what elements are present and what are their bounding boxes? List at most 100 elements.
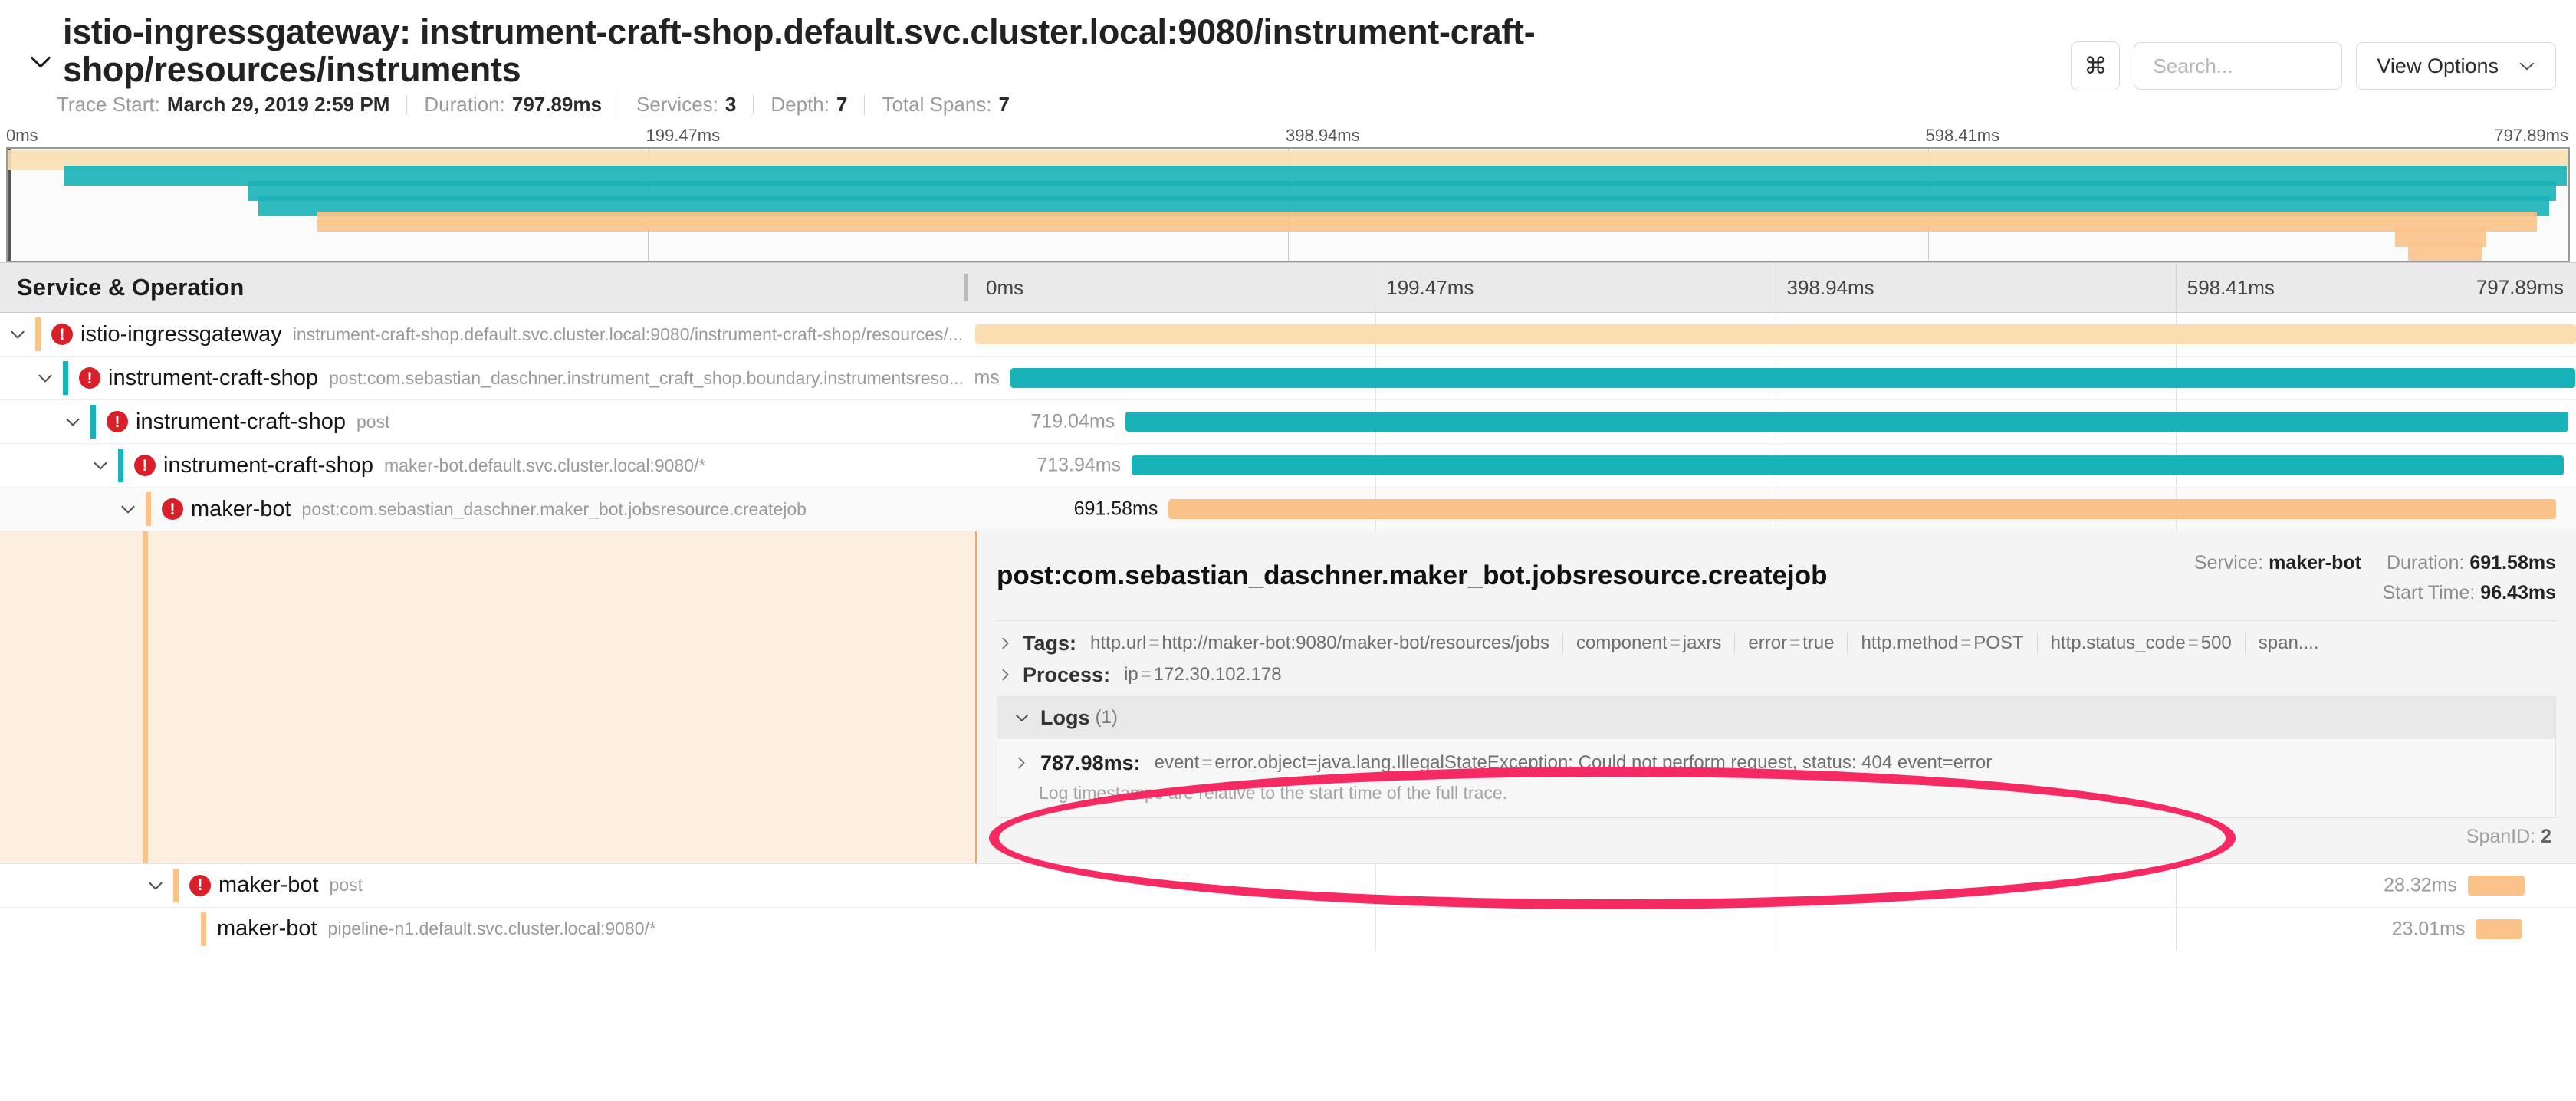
span-tree-cell[interactable]: !instrument-craft-shopmaker-bot.default.… [0,444,975,487]
span-detail-panel: post:com.sebastian_daschner.maker_bot.jo… [0,531,2576,864]
span-duration-bar[interactable] [1125,412,2568,432]
span-service-color-bar [201,912,206,946]
log-timestamp: 787.98ms: [1040,751,1141,775]
process-toggle[interactable] [997,666,1014,683]
process-list: ip=172.30.102.178 [1124,664,1295,685]
span-duration-bar[interactable] [2468,876,2525,896]
span-duration-bar[interactable] [1132,455,2564,475]
span-operation-name: maker-bot.default.svc.cluster.local:9080… [384,455,705,476]
column-resizer[interactable] [964,274,968,301]
span-duration-bar[interactable] [975,324,2576,344]
process-row[interactable]: Process:ip=172.30.102.178 [997,663,2556,687]
span-service-color-bar [173,869,179,902]
span-id-row: SpanID: 2 [997,818,2556,853]
logs-header[interactable]: Logs(1) [997,697,2555,739]
page-title: istio-ingressgateway: instrument-craft-s… [63,14,1918,88]
log-event-field: event=error.object=java.lang.IllegalStat… [1155,752,1993,774]
log-expand-toggle[interactable] [1013,754,1030,771]
span-bar-cell[interactable] [975,313,2576,356]
divider [997,620,2556,621]
span-duration-label: 23.01ms [2392,918,2466,940]
span-bar-cell[interactable]: 23.01ms [975,908,2576,951]
span-tree-cell[interactable]: !instrument-craft-shoppost [0,400,975,443]
span-id-label: SpanID: [2466,826,2535,847]
span-row[interactable]: !maker-botpost:com.sebastian_daschner.ma… [0,488,2576,531]
span-expand-toggle[interactable] [63,412,83,432]
span-bar-cell[interactable]: 28.32ms [975,864,2576,907]
span-rows: !istio-ingressgatewayinstrument-craft-sh… [0,313,2576,951]
timeline-gridline [2176,864,2177,907]
error-icon: ! [79,367,100,389]
minimap-span-bar [317,212,2537,232]
search-box[interactable] [2134,42,2342,90]
span-operation-name: post:com.sebastian_daschner.instrument_c… [329,368,964,389]
span-tree-cell[interactable]: !istio-ingressgatewayinstrument-craft-sh… [0,313,975,356]
tags-item: error=true [1734,633,1847,654]
span-duration-bar[interactable] [1010,368,2575,388]
logs-note: Log timestamps are relative to the start… [997,780,2555,817]
span-row[interactable]: !instrument-craft-shoppost:com.sebastian… [0,357,2576,400]
command-shortcut-button[interactable]: ⌘ [2071,41,2120,90]
span-expand-toggle[interactable] [173,919,193,939]
detail-duration-label: Duration: [2387,552,2464,574]
view-options-button[interactable]: View Options [2356,42,2556,90]
span-duration-bar[interactable] [2476,919,2522,939]
span-row[interactable]: maker-botpipeline-n1.default.svc.cluster… [0,908,2576,951]
chevron-down-icon [2518,61,2535,71]
span-expand-toggle[interactable] [146,876,166,896]
summary-trace-start: Trace Start: March 29, 2019 2:59 PM [57,93,389,117]
trace-start-label: Trace Start: [57,93,160,117]
duration-value: 797.89ms [512,93,602,117]
tags-toggle[interactable] [997,635,1014,652]
span-expand-toggle[interactable] [118,499,138,519]
summary-depth: Depth: 7 [770,93,847,117]
span-operation-name: post [356,412,389,432]
chevron-right-icon [1013,754,1030,771]
span-tree-cell[interactable]: !maker-botpost:com.sebastian_daschner.ma… [0,488,975,531]
span-detail-left-gutter [0,531,975,863]
timeline-column-header: Service & Operation 0ms199.47ms398.94ms5… [0,262,2576,313]
tags-item: http.method=POST [1847,633,2036,654]
detail-duration-value: 691.58ms [2469,552,2556,574]
span-duration-label: ms [974,367,999,389]
span-service-color-bar [63,361,68,395]
span-row[interactable]: !instrument-craft-shopmaker-bot.default.… [0,444,2576,488]
span-row[interactable]: !istio-ingressgatewayinstrument-craft-sh… [0,313,2576,357]
timeline-ticks-header: 0ms199.47ms398.94ms598.41ms797.89ms [975,263,2576,312]
span-detail-content: post:com.sebastian_daschner.maker_bot.jo… [975,531,2576,863]
search-input[interactable] [2151,54,2325,79]
error-icon: ! [107,411,128,432]
timeline-tick: 0ms [975,263,1375,312]
detail-service-label: Service: [2194,552,2263,574]
log-entry[interactable]: 787.98ms: event=error.object=java.lang.Il… [997,739,2555,780]
span-detail-accent-bar [143,531,148,863]
span-row[interactable]: !instrument-craft-shoppost719.04ms [0,400,2576,444]
span-service-name: istio-ingressgateway [80,322,282,347]
span-bar-cell[interactable]: 719.04ms [975,400,2576,443]
span-service-color-bar [146,492,151,526]
span-bar-cell[interactable]: ms [975,357,2576,399]
divider [864,95,865,115]
trace-minimap[interactable] [6,147,2570,262]
span-row[interactable]: !maker-botpost28.32ms [0,864,2576,908]
tags-row[interactable]: Tags:http.url=http://maker-bot:9080/make… [997,632,2556,656]
span-expand-toggle[interactable] [8,324,28,344]
span-expand-toggle[interactable] [90,455,110,475]
span-tree-cell[interactable]: maker-botpipeline-n1.default.svc.cluster… [0,908,975,951]
collapse-title-button[interactable] [18,14,63,75]
span-bar-cell[interactable]: 691.58ms [975,488,2576,531]
span-expand-toggle[interactable] [35,368,55,388]
span-tree-cell[interactable]: !maker-botpost [0,864,975,907]
error-icon: ! [134,455,156,476]
logs-section: Logs(1) 787.98ms: event=error.object=java.… [997,696,2556,818]
timeline-tick: 199.47ms [1375,263,1775,312]
span-tree-cell[interactable]: !instrument-craft-shoppost:com.sebastian… [0,357,975,399]
divider [753,95,754,115]
tags-list: http.url=http://maker-bot:9080/maker-bot… [1090,633,2331,654]
span-bar-cell[interactable]: 713.94ms [975,444,2576,487]
timeline-gridline [2176,908,2177,951]
span-duration-bar[interactable] [1168,499,2556,519]
span-service-color-bar [90,405,96,439]
tags-item: http.status_code=500 [2037,633,2245,654]
error-icon: ! [162,498,183,520]
